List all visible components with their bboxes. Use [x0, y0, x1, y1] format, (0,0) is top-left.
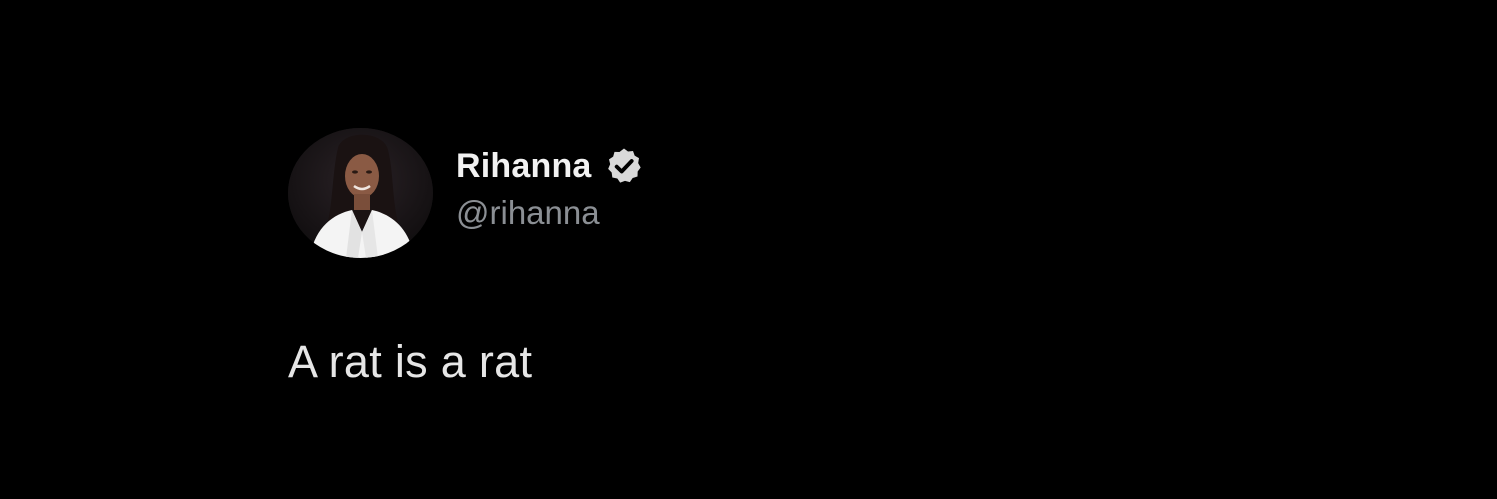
tweet-header: Rihanna @rihanna — [288, 128, 988, 258]
handle[interactable]: @rihanna — [456, 194, 644, 232]
profile-photo-icon — [288, 128, 433, 258]
tweet-card[interactable]: Rihanna @rihanna A rat is a rat — [288, 128, 988, 388]
name-row: Rihanna — [456, 146, 644, 186]
author-identity: Rihanna @rihanna — [456, 146, 644, 232]
verified-badge-icon — [604, 146, 644, 186]
avatar[interactable] — [288, 128, 433, 258]
tweet-text: A rat is a rat — [288, 336, 533, 387]
display-name[interactable]: Rihanna — [456, 147, 592, 186]
